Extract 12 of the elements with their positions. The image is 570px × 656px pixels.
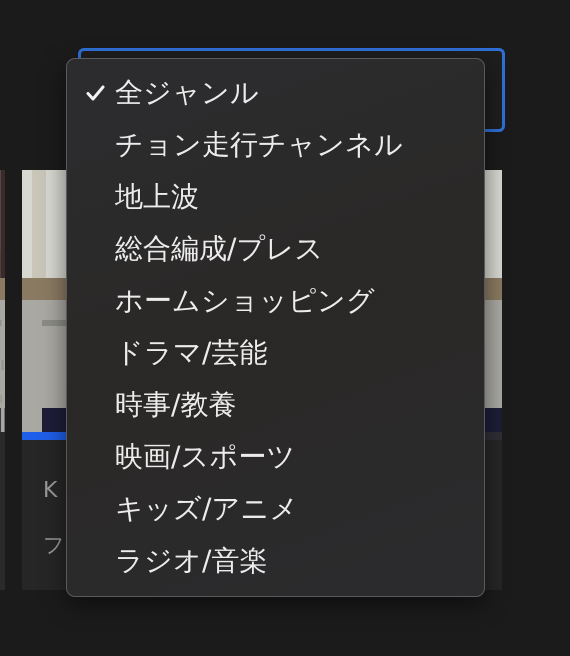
menu-item[interactable]: 時事/教養: [115, 386, 236, 424]
menu-item[interactable]: 総合編成/プレス: [115, 230, 324, 268]
menu-item[interactable]: ドラマ/芸能: [115, 334, 268, 372]
menu-item[interactable]: 地上波: [115, 178, 199, 216]
menu-item[interactable]: ラジオ/音楽: [115, 542, 268, 580]
menu-item[interactable]: ホームショッピング: [115, 282, 375, 320]
menu-item[interactable]: 映画/スポーツ: [115, 438, 296, 476]
menu-item[interactable]: キッズ/アニメ: [115, 490, 298, 528]
video-subtitle: フ: [43, 532, 65, 559]
video-title: K: [43, 477, 58, 505]
menu-item[interactable]: 全ジャンル: [115, 74, 259, 112]
menu-item[interactable]: チョン走行チャンネル: [115, 126, 403, 164]
